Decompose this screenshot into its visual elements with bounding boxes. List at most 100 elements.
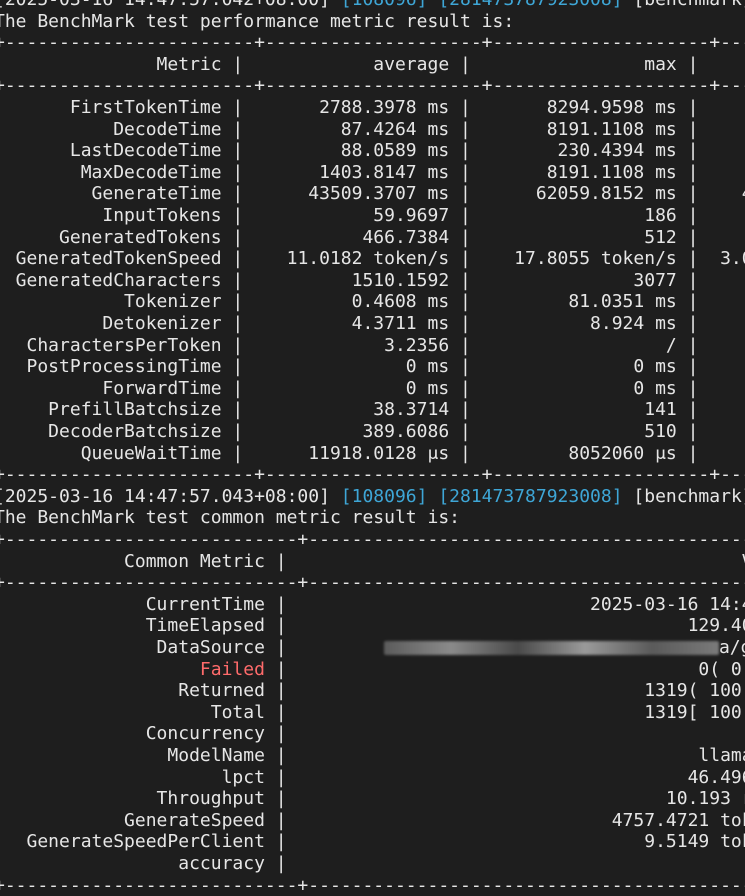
- metric-name: QueueWaitTime |: [0, 442, 255, 464]
- metric-min-truncated: [709, 356, 745, 377]
- common-table-border: +---------------------------+-----------…: [0, 875, 745, 896]
- redacted-path-blur: [384, 641, 719, 655]
- common-metric-name: Concurrency: [0, 723, 265, 745]
- metric-min-truncated: [709, 227, 745, 248]
- common-table-row: Concurrency | 500 |: [0, 723, 745, 745]
- metric-max: 230.4394 ms |: [481, 140, 710, 162]
- metric-min-truncated: [709, 399, 745, 420]
- metric-name: ForwardTime |: [0, 377, 255, 399]
- cell-separator: |: [264, 788, 298, 810]
- common-metric-name: lpct: [0, 766, 265, 788]
- cell-separator: |: [264, 766, 298, 788]
- metric-average: 43509.3707 ms |: [254, 183, 482, 205]
- common-metric-name: Throughput: [0, 788, 265, 810]
- metric-average: 3.2356 |: [254, 334, 482, 356]
- common-metric-value: 10.193 req/s: [665, 788, 745, 810]
- table-border: +-----------------------+---------------…: [0, 464, 745, 486]
- log-tag: [benchmark]: [633, 0, 745, 10]
- cell-separator: |: [264, 680, 298, 702]
- perf-table-border: +-----------------------+---------------…: [0, 32, 745, 54]
- metric-min-truncated: 0.0: [709, 140, 745, 161]
- metric-max: 141 |: [481, 399, 710, 421]
- log-title: The BenchMark test performance metric re…: [0, 10, 515, 32]
- perf-table-row: GeneratedCharacters | 1510.1592 | 3077 |: [0, 270, 745, 292]
- common-metric-name: GenerateSpeedPerClient: [0, 831, 265, 853]
- common-metric-value: /: [297, 853, 745, 874]
- metric-min-truncated: 0.0: [709, 119, 745, 140]
- log-timestamp: [2025-03-16 14:47:57.042+08:00]: [0, 0, 341, 10]
- common-table-border: +---------------------------+-----------…: [0, 572, 745, 594]
- cell-separator: |: [264, 853, 298, 874]
- metric-average: 87.4264 ms |: [254, 118, 482, 140]
- metric-min-truncated: [709, 205, 745, 226]
- common-table-row: Total | 1319[ 100.0% ] |: [0, 702, 745, 724]
- cell-separator: |: [264, 809, 298, 831]
- common-table-row: Throughput | 10.193 req/s |: [0, 788, 745, 810]
- cell-padding: [297, 637, 384, 658]
- table-border: +---------------------------+-----------…: [0, 529, 745, 550]
- perf-table-row: LastDecodeTime | 88.0589 ms | 230.4394 m…: [0, 140, 745, 162]
- common-table-header: Common Metric | Value |: [0, 551, 745, 573]
- cell-separator: |: [264, 658, 298, 680]
- table-border: +---------------------------+-----------…: [0, 874, 745, 896]
- metric-max: 81.0351 ms |: [481, 291, 710, 313]
- log-space: [623, 0, 634, 10]
- common-table-row: DataSource | a/gsm8k |: [0, 637, 745, 659]
- table-border: +---------------------------+-----------…: [0, 572, 745, 594]
- common-title: The BenchMark test common metric result …: [0, 507, 460, 529]
- common-table-row: CurrentTime | 2025-03-16 14:47:57 |: [0, 594, 745, 616]
- common-table-row: ModelName | llama3_8b |: [0, 745, 745, 767]
- common-metric-name: CurrentTime: [0, 593, 265, 615]
- metric-name: PostProcessingTime |: [0, 356, 255, 378]
- perf-table-row: DecodeTime | 87.4264 ms | 8191.1108 ms |…: [0, 119, 745, 141]
- common-metric-value: 46.4968 ms: [687, 766, 745, 788]
- metric-max: 186 |: [481, 205, 710, 226]
- log-space: [427, 0, 438, 10]
- common-metric-value: 129.4023 s: [687, 615, 745, 637]
- table-border: +-----------------------+---------------…: [0, 32, 745, 54]
- metric-max: 512 |: [481, 226, 710, 248]
- metric-min-truncated: [709, 335, 745, 356]
- metric-min-truncated: 0.1: [709, 291, 745, 312]
- metric-min-truncated: [709, 443, 745, 464]
- metric-average: 88.0589 ms |: [254, 140, 482, 162]
- perf-table-row: InputTokens | 59.9697 | 186 |: [0, 205, 745, 227]
- metric-name: CharactersPerToken |: [0, 334, 255, 356]
- metric-name: Tokenizer |: [0, 291, 255, 313]
- metric-name: LastDecodeTime |: [0, 140, 255, 162]
- perf-table-row: GeneratedTokens | 466.7384 | 512 |: [0, 227, 745, 249]
- metric-min-truncated: 75.0: [709, 97, 745, 118]
- metric-name: PrefillBatchsize |: [0, 399, 255, 421]
- cell-separator: |: [264, 723, 298, 745]
- log-tid: [281473787923008]: [438, 0, 622, 10]
- metric-name: FirstTokenTime |: [0, 97, 255, 118]
- metric-average: 4.3711 ms |: [254, 313, 482, 334]
- metric-max: 0 ms |: [481, 377, 710, 399]
- terminal-window: [2025-03-16 14:47:57.042+08:00] [108096]…: [0, 0, 745, 896]
- metric-max: 8191.1108 ms |: [481, 118, 710, 140]
- column-header-max: max |: [481, 53, 710, 75]
- common-table-row: GenerateSpeed | 4757.4721 token/s |: [0, 810, 745, 832]
- metric-max: 0 ms |: [481, 356, 710, 378]
- metric-min-truncated: [709, 421, 745, 442]
- metric-average: 38.3714 |: [254, 399, 482, 421]
- common-table-row: GenerateSpeedPerClient | 9.5149 token/s …: [0, 831, 745, 853]
- perf-table-row: MaxDecodeTime | 1403.8147 ms | 8191.1108…: [0, 162, 745, 184]
- perf-table-row: PrefillBatchsize | 38.3714 | 141 |: [0, 399, 745, 421]
- common-metric-name: TimeElapsed: [0, 615, 265, 637]
- common-metric-value: llama3_8b: [698, 745, 745, 766]
- cell-separator: |: [264, 701, 298, 723]
- perf-table-row: GeneratedTokenSpeed | 11.0182 token/s | …: [0, 248, 745, 270]
- metric-average: 466.7384 |: [254, 226, 482, 248]
- metric-average: 2788.3978 ms |: [254, 97, 482, 118]
- metric-average: 1510.1592 |: [254, 269, 482, 291]
- metric-name: GeneratedTokens |: [0, 226, 255, 248]
- perf-table-row: Tokenizer | 0.4608 ms | 81.0351 ms | 0.1: [0, 291, 745, 313]
- common-table-row: lpct | 46.4968 ms |: [0, 767, 745, 789]
- metric-average: 0 ms |: [254, 377, 482, 399]
- perf-table-row: ForwardTime | 0 ms | 0 ms |: [0, 378, 745, 400]
- common-metric-value: a/gsm8k: [718, 637, 745, 658]
- metric-average: 0 ms |: [254, 356, 482, 378]
- perf-table-row: QueueWaitTime | 11918.0128 μs | 8052060 …: [0, 443, 745, 465]
- metric-max: 8.924 ms |: [481, 313, 710, 334]
